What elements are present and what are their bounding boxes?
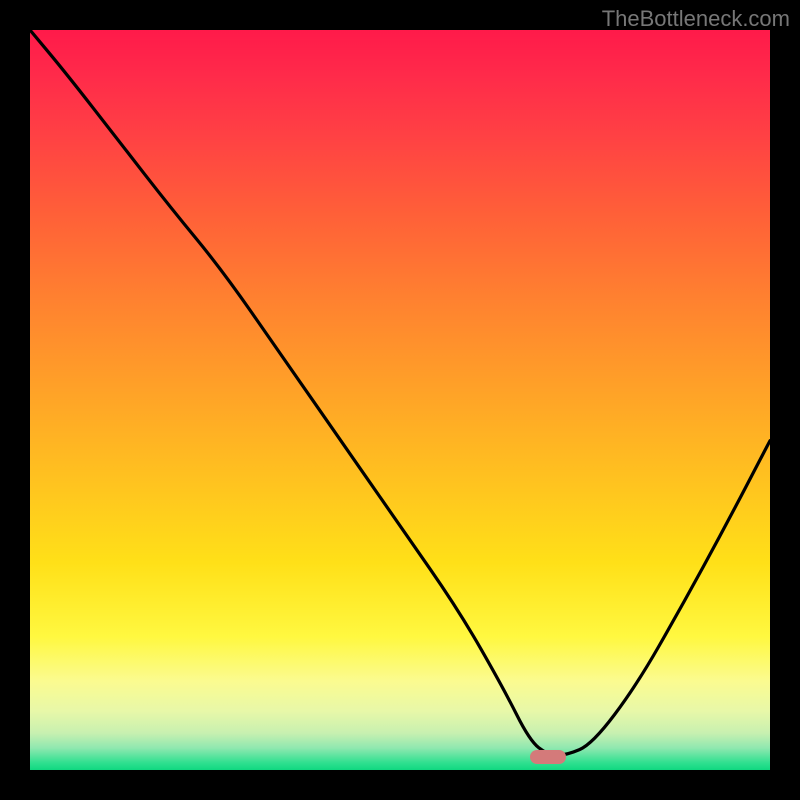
bottleneck-curve [30,30,770,770]
curve-path [30,30,770,755]
watermark-text: TheBottleneck.com [602,6,790,32]
optimum-marker [530,750,566,764]
